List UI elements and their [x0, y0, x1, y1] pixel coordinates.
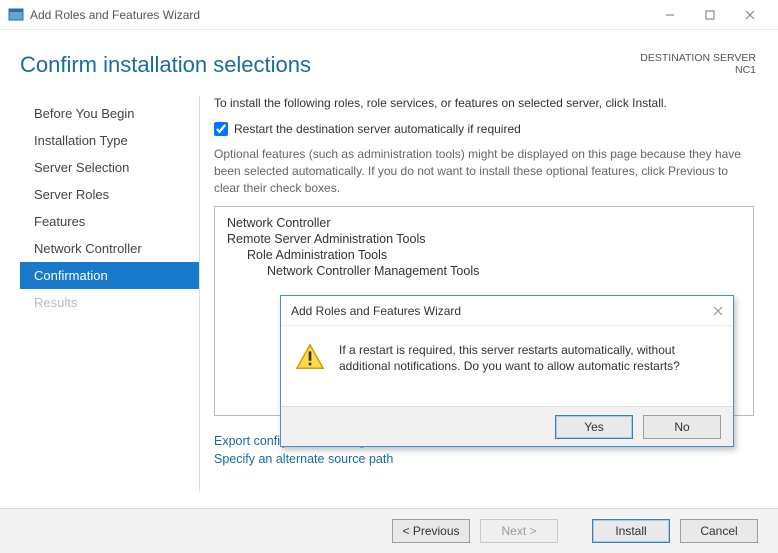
wizard-steps-sidebar: Before You Begin Installation Type Serve… — [20, 96, 200, 492]
sidebar-item-results: Results — [20, 289, 199, 316]
dialog-no-label: No — [674, 420, 689, 434]
cancel-button[interactable]: Cancel — [680, 519, 758, 543]
destination-server-label: DESTINATION SERVER NC1 — [640, 52, 756, 76]
dialog-title: Add Roles and Features Wizard — [291, 304, 461, 318]
install-button-label: Install — [615, 524, 646, 538]
alternate-source-link[interactable]: Specify an alternate source path — [214, 450, 754, 468]
previous-button[interactable]: < Previous — [392, 519, 470, 543]
sidebar-item-features[interactable]: Features — [20, 208, 199, 235]
destination-server-name: NC1 — [640, 64, 756, 76]
sidebar-item-server-roles[interactable]: Server Roles — [20, 181, 199, 208]
dialog-yes-label: Yes — [584, 420, 604, 434]
sidebar-item-server-selection[interactable]: Server Selection — [20, 154, 199, 181]
list-item: Network Controller — [227, 215, 741, 231]
list-item: Network Controller Management Tools — [227, 263, 741, 279]
restart-checkbox-label: Restart the destination server automatic… — [234, 122, 521, 136]
dialog-yes-button[interactable]: Yes — [555, 415, 633, 439]
sidebar-item-installation-type[interactable]: Installation Type — [20, 127, 199, 154]
maximize-button[interactable] — [690, 1, 730, 29]
optional-features-note: Optional features (such as administratio… — [214, 146, 754, 196]
intro-text: To install the following roles, role ser… — [214, 96, 754, 110]
close-button[interactable] — [730, 1, 770, 29]
sidebar-item-network-controller[interactable]: Network Controller — [20, 235, 199, 262]
sidebar-item-before-you-begin[interactable]: Before You Begin — [20, 100, 199, 127]
next-button: Next > — [480, 519, 558, 543]
next-button-label: Next > — [501, 524, 536, 538]
window-title: Add Roles and Features Wizard — [30, 8, 650, 22]
sidebar-item-confirmation[interactable]: Confirmation — [20, 262, 199, 289]
previous-button-label: < Previous — [402, 524, 459, 538]
dialog-message: If a restart is required, this server re… — [339, 342, 719, 374]
dialog-no-button[interactable]: No — [643, 415, 721, 439]
install-button[interactable]: Install — [592, 519, 670, 543]
dialog-close-button[interactable] — [713, 303, 723, 319]
window-titlebar: Add Roles and Features Wizard — [0, 0, 778, 30]
minimize-button[interactable] — [650, 1, 690, 29]
list-item: Remote Server Administration Tools — [227, 231, 741, 247]
destination-label: DESTINATION SERVER — [640, 52, 756, 64]
restart-confirm-dialog: Add Roles and Features Wizard If a resta… — [280, 295, 734, 447]
warning-icon — [295, 342, 325, 372]
cancel-button-label: Cancel — [700, 524, 737, 538]
wizard-footer: < Previous Next > Install Cancel — [0, 508, 778, 553]
list-item: Role Administration Tools — [227, 247, 741, 263]
restart-checkbox[interactable] — [214, 122, 228, 136]
app-icon — [8, 7, 24, 23]
